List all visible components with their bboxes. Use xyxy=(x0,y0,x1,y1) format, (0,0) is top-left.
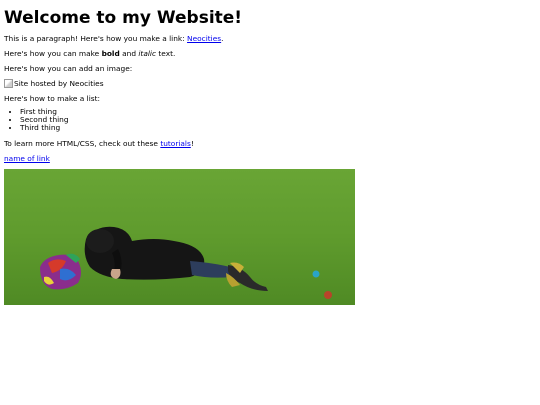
tutorials-paragraph: To learn more HTML/CSS, check out these … xyxy=(4,139,194,148)
page: Welcome to my Website! This is a paragra… xyxy=(0,0,540,305)
photo-illustration xyxy=(4,169,355,305)
image-intro-paragraph: Here's how you can add an image: xyxy=(4,64,133,73)
bullet-list: First thing Second thing Third thing xyxy=(4,108,69,132)
list-item: Third thing xyxy=(20,124,69,132)
italic-text: italic xyxy=(138,49,157,58)
broken-image: Site hosted by Neocities xyxy=(4,79,104,88)
broken-image-icon xyxy=(4,79,13,88)
intro-paragraph: This is a paragraph! Here's how you make… xyxy=(4,34,224,43)
list-intro-paragraph: Here's how to make a list: xyxy=(4,94,100,103)
photo-person-lying-on-green-screen xyxy=(4,169,355,305)
formatting-paragraph: Here's how you can make bold and italic … xyxy=(4,49,176,58)
bold-text: bold xyxy=(101,49,120,58)
image-alt-text: Site hosted by Neocities xyxy=(14,79,104,88)
named-link-paragraph: name of link xyxy=(4,154,50,163)
neocities-link[interactable]: Neocities xyxy=(187,34,221,43)
page-title: Welcome to my Website! xyxy=(4,8,243,28)
tutorials-link[interactable]: tutorials xyxy=(160,139,191,148)
name-of-link[interactable]: name of link xyxy=(4,154,50,163)
